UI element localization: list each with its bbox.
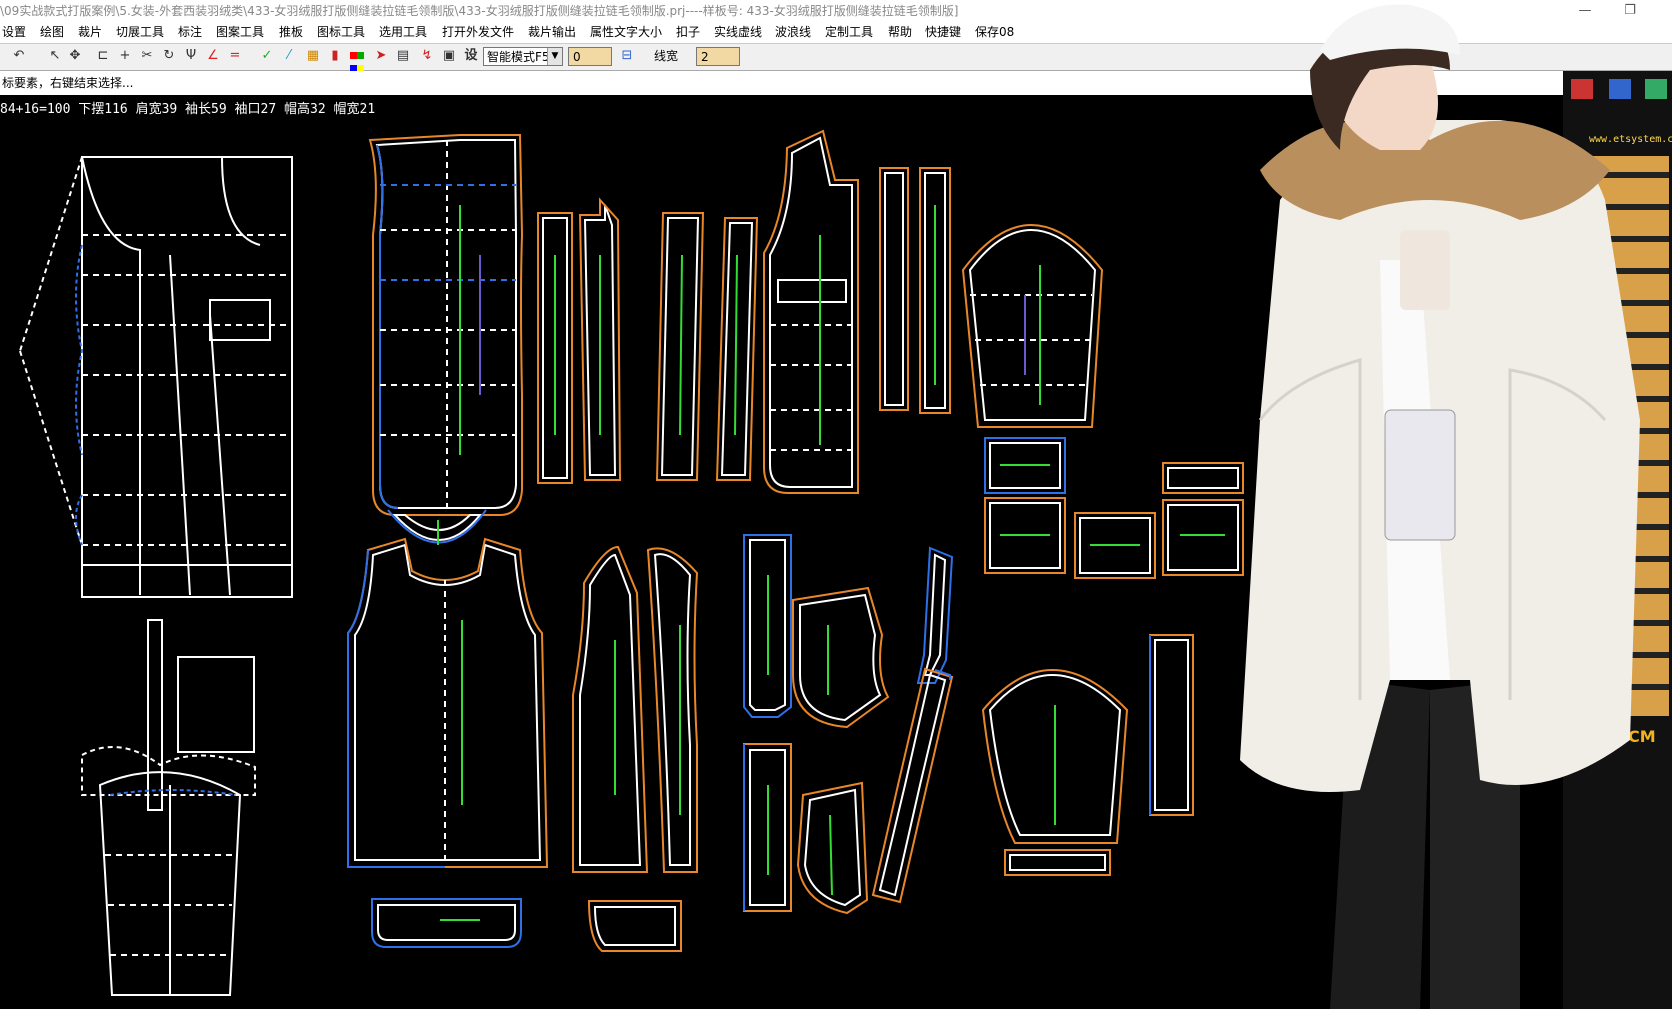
- piece-facing-1[interactable]: [743, 534, 792, 718]
- menu-wave-line[interactable]: 波浪线: [775, 22, 811, 43]
- piece-placket-2[interactable]: [919, 167, 951, 414]
- line-width-label: 线宽: [654, 49, 679, 63]
- color-palette-icon[interactable]: [348, 47, 366, 72]
- rotate-icon[interactable]: ↻: [160, 47, 178, 65]
- menu-pieces[interactable]: 裁片: [78, 22, 102, 43]
- menu-open-external[interactable]: 打开外发文件: [442, 22, 514, 43]
- cross-icon[interactable]: +: [116, 47, 134, 65]
- piece-placket-1[interactable]: [879, 167, 909, 411]
- ruler-icon[interactable]: ⊏: [94, 47, 112, 65]
- status-hint: 标要素，右键结束选择...: [2, 76, 134, 90]
- menu-custom-tools[interactable]: 定制工具: [825, 22, 873, 43]
- menu-shortcuts[interactable]: 快捷键: [925, 22, 961, 43]
- menu-select-tools[interactable]: 选用工具: [379, 22, 427, 43]
- arrow-tool-icon[interactable]: ➤: [372, 47, 390, 65]
- model-photo: [1240, 4, 1640, 1009]
- menu-annotate[interactable]: 标注: [178, 22, 202, 43]
- piece-hem-2[interactable]: [587, 900, 682, 952]
- fork-icon[interactable]: Ψ: [182, 47, 200, 65]
- piece-front-body[interactable]: [763, 129, 859, 494]
- undo-icon[interactable]: ↶: [10, 47, 28, 65]
- piece-small-3[interactable]: [1074, 512, 1156, 579]
- piece-zip-guard[interactable]: [1149, 634, 1194, 816]
- body-draft[interactable]: [19, 156, 293, 598]
- menu-solid-dashed[interactable]: 实线虚线: [714, 22, 762, 43]
- equal-icon[interactable]: =: [226, 47, 244, 65]
- piece-lining-body[interactable]: [347, 537, 549, 868]
- measure-icon[interactable]: ▤: [394, 47, 412, 65]
- marker-icon[interactable]: ▮: [326, 47, 344, 65]
- menu-settings[interactable]: 设置: [2, 22, 26, 43]
- mode-select-value: 智能模式F5: [487, 50, 550, 64]
- set-button[interactable]: 设: [462, 47, 480, 65]
- piece-strip-3[interactable]: [655, 212, 705, 481]
- mode-select[interactable]: 智能模式F5 ▼: [483, 47, 563, 66]
- piece-small-2[interactable]: [984, 497, 1066, 574]
- sleeve-draft[interactable]: [81, 619, 256, 996]
- piece-hood-1[interactable]: [792, 586, 890, 729]
- select-arrow-icon[interactable]: ↖: [46, 47, 64, 65]
- piece-hood-2[interactable]: [796, 781, 869, 915]
- grid-icon[interactable]: ▦: [304, 47, 322, 65]
- move-icon[interactable]: ✥: [66, 47, 84, 65]
- menu-help[interactable]: 帮助: [888, 22, 912, 43]
- menu-grading[interactable]: 推板: [279, 22, 303, 43]
- dotted-line-icon[interactable]: ⁄: [280, 47, 298, 65]
- chevron-down-icon: ▼: [547, 48, 562, 65]
- scissor-icon[interactable]: ✂: [138, 47, 156, 65]
- curve-icon[interactable]: ↯: [418, 47, 436, 65]
- piece-side-panel-2[interactable]: [646, 547, 699, 873]
- piece-back-body[interactable]: [368, 134, 524, 516]
- angle-icon[interactable]: ∠: [204, 47, 222, 65]
- piece-sleeve-top[interactable]: [961, 224, 1104, 428]
- line-width-field[interactable]: 2: [696, 47, 740, 66]
- piece-side-panel-1[interactable]: [572, 545, 649, 873]
- text-icon[interactable]: ▣: [440, 47, 458, 65]
- menu-icon-tools[interactable]: 图标工具: [317, 22, 365, 43]
- piece-strip-4[interactable]: [715, 217, 759, 481]
- menu-text-size[interactable]: 属性文字大小: [590, 22, 662, 43]
- piece-facing-2[interactable]: [743, 743, 792, 912]
- menu-buttons[interactable]: 扣子: [676, 22, 700, 43]
- menu-cut-expand[interactable]: 切展工具: [116, 22, 164, 43]
- piece-small-1[interactable]: [984, 437, 1066, 494]
- apply-icon[interactable]: ⊟: [618, 47, 636, 65]
- piece-hem-1[interactable]: [371, 898, 522, 948]
- piece-curved-strip[interactable]: [871, 546, 954, 904]
- menu-piece-output[interactable]: 裁片输出: [528, 22, 576, 43]
- piece-strip-1[interactable]: [537, 212, 573, 484]
- value-field[interactable]: 0: [568, 47, 612, 66]
- piece-sleeve-lower[interactable]: [981, 669, 1129, 876]
- menu-save[interactable]: 保存08: [975, 22, 1014, 43]
- window-title: \09实战款式打版案例\5.女装-外套西装羽绒类\433-女羽绒服打版侧缝装拉链…: [0, 4, 959, 18]
- menu-pattern-tools[interactable]: 图案工具: [216, 22, 264, 43]
- check-icon[interactable]: ✓: [258, 47, 276, 65]
- piece-strip-2[interactable]: [578, 197, 622, 481]
- menu-draw[interactable]: 绘图: [40, 22, 64, 43]
